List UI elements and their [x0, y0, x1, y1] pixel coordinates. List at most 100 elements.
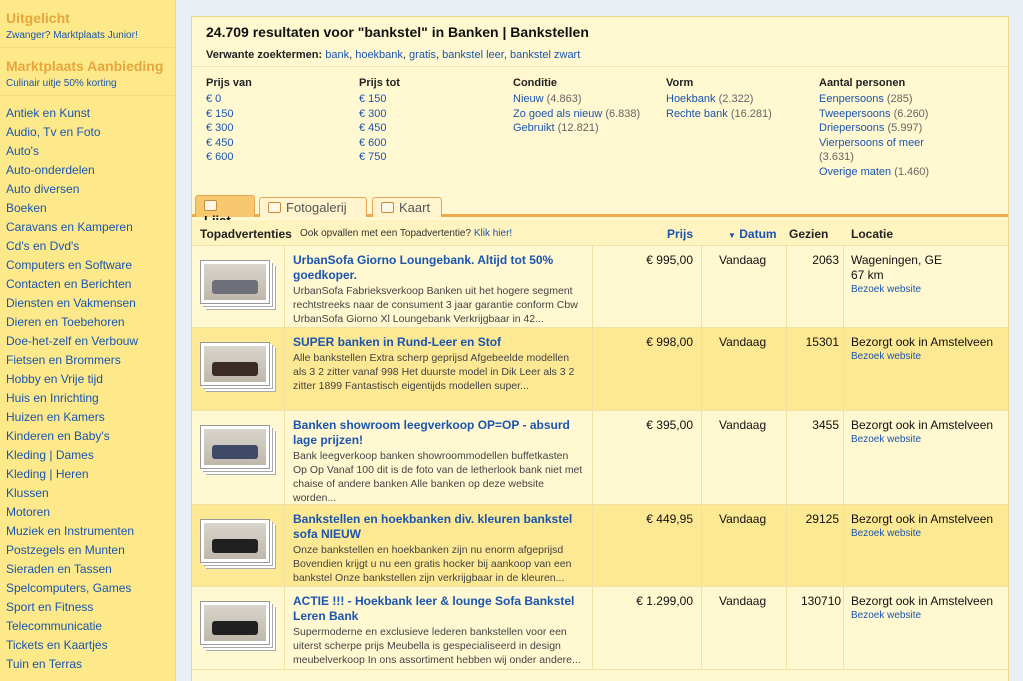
sidebar-category-link[interactable]: Contacten en Berichten: [0, 275, 175, 294]
filter-option[interactable]: Gebruikt (12.821): [513, 121, 640, 136]
filter-option[interactable]: Zo goed als nieuw (6.838): [513, 107, 640, 122]
filter-option-label[interactable]: Hoekbank: [666, 93, 716, 105]
sidebar-category-link[interactable]: Auto diversen: [0, 180, 175, 199]
filter-option[interactable]: Rechte bank (16.281): [666, 107, 772, 122]
sidebar-category-link[interactable]: Motoren: [0, 503, 175, 522]
sidebar-category-link[interactable]: Diensten en Vakmensen: [0, 294, 175, 313]
filter-option-label[interactable]: Nieuw: [513, 93, 544, 105]
filter-option-label[interactable]: € 300: [206, 122, 234, 134]
filter-option[interactable]: Eenpersoons (285): [819, 92, 929, 107]
filter-option[interactable]: € 300: [206, 121, 252, 136]
related-search-link[interactable]: bankstel zwart: [510, 49, 580, 61]
table-row[interactable]: SUPER banken in Rund-Leer en Stof Alle ba…: [192, 328, 1008, 411]
sidebar-category-link[interactable]: Muziek en Instrumenten: [0, 522, 175, 541]
sidebar-category-link[interactable]: Fietsen en Brommers: [0, 351, 175, 370]
sidebar-category-link[interactable]: Auto's: [0, 142, 175, 161]
sidebar-category-link[interactable]: Dieren en Toebehoren: [0, 313, 175, 332]
sidebar-category-link[interactable]: Auto-onderdelen: [0, 161, 175, 180]
sidebar-category-link[interactable]: Doe-het-zelf en Verbouw: [0, 332, 175, 351]
sidebar-category-link[interactable]: Cd's en Dvd's: [0, 237, 175, 256]
listing-title[interactable]: ACTIE !!! - Hoekbank leer & lounge Sofa …: [293, 594, 583, 624]
filter-option-label[interactable]: Overige maten: [819, 166, 891, 178]
filter-option[interactable]: Tweepersoons (6.260): [819, 107, 929, 122]
filter-option-label[interactable]: € 600: [359, 137, 387, 149]
filter-option-label[interactable]: € 150: [359, 93, 387, 105]
sidebar-category-link[interactable]: Huis en Inrichting: [0, 389, 175, 408]
filter-option-label[interactable]: € 600: [206, 151, 234, 163]
header-prijs[interactable]: Prijs: [667, 227, 693, 241]
table-row[interactable]: Bankstellen en hoekbanken div. kleuren b…: [192, 505, 1008, 587]
sidebar-category-link[interactable]: Tuin en Terras: [0, 655, 175, 674]
listing-title[interactable]: Banken showroom leegverkoop OP=OP - absu…: [293, 418, 583, 448]
listing-title[interactable]: UrbanSofa Giorno Loungebank. Altijd tot …: [293, 253, 583, 283]
filter-option[interactable]: € 600: [206, 150, 252, 165]
listing-thumbnail[interactable]: [200, 342, 270, 386]
header-gezien[interactable]: Gezien: [789, 227, 828, 241]
filter-option-label[interactable]: € 150: [206, 108, 234, 120]
sidebar-category-link[interactable]: Kleding | Heren: [0, 465, 175, 484]
filter-option-label[interactable]: € 0: [206, 93, 221, 105]
filter-option[interactable]: Overige maten (1.460): [819, 165, 929, 180]
filter-option-label[interactable]: Vierpersoons of meer: [819, 137, 924, 149]
sidebar-category-link[interactable]: Antiek en Kunst: [0, 104, 175, 123]
listing-thumbnail[interactable]: [200, 260, 270, 304]
sidebar-category-link[interactable]: Kleding | Dames: [0, 446, 175, 465]
promo-link[interactable]: Culinair uitje 50% korting: [6, 78, 169, 89]
filter-option-label[interactable]: Driepersoons: [819, 122, 884, 134]
filter-option[interactable]: € 450: [206, 136, 252, 151]
tab-lijst[interactable]: Lijst: [195, 195, 255, 228]
related-search-link[interactable]: hoekbank: [355, 49, 403, 61]
visit-website-link[interactable]: Bezoek website: [851, 350, 1006, 363]
visit-website-link[interactable]: Bezoek website: [851, 433, 1006, 446]
sidebar-category-link[interactable]: Sport en Fitness: [0, 598, 175, 617]
promo-aanbieding[interactable]: Marktplaats Aanbieding Culinair uitje 50…: [0, 48, 175, 96]
related-search-link[interactable]: bankstel leer: [442, 49, 504, 61]
sidebar-category-link[interactable]: Audio, Tv en Foto: [0, 123, 175, 142]
listing-thumbnail[interactable]: [200, 519, 270, 563]
related-search-link[interactable]: gratis: [409, 49, 436, 61]
filter-option-label[interactable]: Eenpersoons: [819, 93, 884, 105]
sidebar-category-link[interactable]: Huizen en Kamers: [0, 408, 175, 427]
promo-link[interactable]: Zwanger? Marktplaats Junior!: [6, 30, 169, 41]
filter-option-label[interactable]: € 450: [359, 122, 387, 134]
table-row[interactable]: ACTIE !!! - Hoekbank leer & lounge Sofa …: [192, 587, 1008, 670]
filter-option[interactable]: € 750: [359, 150, 400, 165]
header-locatie[interactable]: Locatie: [851, 227, 893, 241]
filter-option[interactable]: € 450: [359, 121, 400, 136]
tab-fotogalerij[interactable]: Fotogalerij: [259, 197, 367, 217]
listing-thumbnail[interactable]: [200, 425, 270, 469]
sidebar-category-link[interactable]: Spelcomputers, Games: [0, 579, 175, 598]
promo-link[interactable]: Klik hier!: [474, 228, 512, 239]
tab-kaart[interactable]: Kaart: [372, 197, 442, 217]
filter-option[interactable]: € 600: [359, 136, 400, 151]
promo-uitgelicht[interactable]: Uitgelicht Zwanger? Marktplaats Junior!: [0, 0, 175, 48]
visit-website-link[interactable]: Bezoek website: [851, 283, 1006, 296]
sidebar-category-link[interactable]: Kinderen en Baby's: [0, 427, 175, 446]
filter-option-label[interactable]: € 750: [359, 151, 387, 163]
filter-option[interactable]: Vierpersoons of meer: [819, 136, 929, 151]
table-row[interactable]: UrbanSofa Giorno Loungebank. Altijd tot …: [192, 246, 1008, 328]
listing-thumbnail[interactable]: [200, 601, 270, 645]
sidebar-category-link[interactable]: Caravans en Kamperen: [0, 218, 175, 237]
filter-option[interactable]: Nieuw (4.863): [513, 92, 640, 107]
listing-title[interactable]: SUPER banken in Rund-Leer en Stof: [293, 335, 583, 350]
sidebar-category-link[interactable]: Telecommunicatie: [0, 617, 175, 636]
filter-option-label[interactable]: € 450: [206, 137, 234, 149]
sidebar-category-link[interactable]: Klussen: [0, 484, 175, 503]
filter-option-label[interactable]: Zo goed als nieuw: [513, 108, 602, 120]
visit-website-link[interactable]: Bezoek website: [851, 609, 1006, 622]
header-datum[interactable]: ▼ Datum: [728, 227, 777, 241]
filter-option-label[interactable]: Gebruikt: [513, 122, 555, 134]
filter-option[interactable]: Driepersoons (5.997): [819, 121, 929, 136]
sidebar-category-link[interactable]: Postzegels en Munten: [0, 541, 175, 560]
related-search-link[interactable]: bank: [325, 49, 349, 61]
filter-option[interactable]: (3.631): [819, 150, 929, 165]
filter-option[interactable]: € 150: [359, 92, 400, 107]
sidebar-category-link[interactable]: Hobby en Vrije tijd: [0, 370, 175, 389]
sidebar-category-link[interactable]: Sieraden en Tassen: [0, 560, 175, 579]
filter-option[interactable]: Hoekbank (2.322): [666, 92, 772, 107]
filter-option[interactable]: € 0: [206, 92, 252, 107]
listing-title[interactable]: Bankstellen en hoekbanken div. kleuren b…: [293, 512, 583, 542]
filter-option[interactable]: € 150: [206, 107, 252, 122]
sidebar-category-link[interactable]: Computers en Software: [0, 256, 175, 275]
